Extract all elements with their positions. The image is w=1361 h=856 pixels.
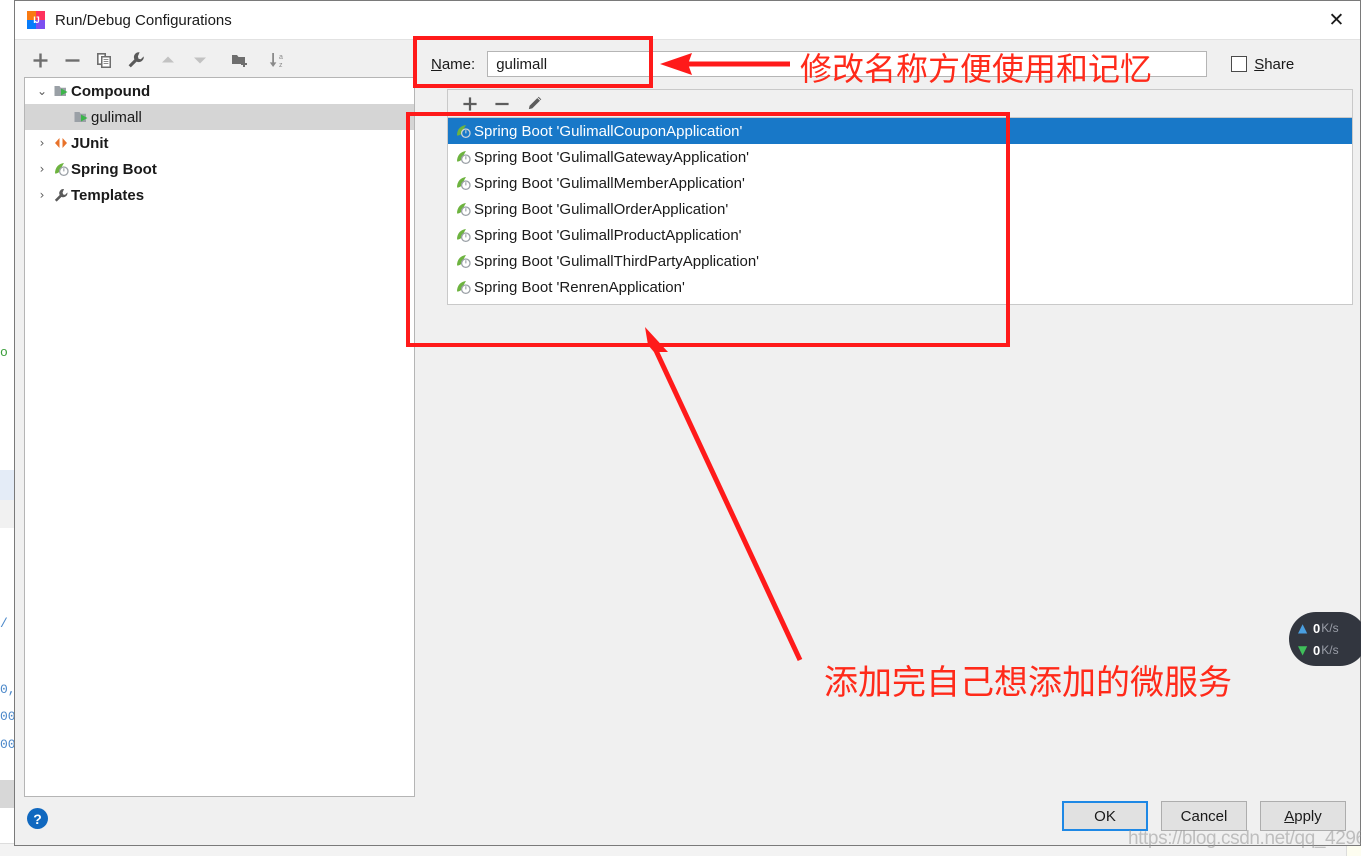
upload-speed-value: 0 xyxy=(1313,620,1321,636)
minus-icon xyxy=(495,102,509,105)
tree-item-label: gulimall xyxy=(91,108,142,126)
edit-item-button[interactable] xyxy=(518,91,550,117)
list-item-label: Spring Boot 'GulimallOrderApplication' xyxy=(474,200,729,218)
share-label: Share xyxy=(1254,55,1295,73)
spring-boot-icon xyxy=(452,254,474,269)
list-item-label: Spring Boot 'GulimallThirdPartyApplicati… xyxy=(474,252,760,270)
chevron-down-icon[interactable]: ⌄ xyxy=(33,84,51,98)
name-annotation-text: 修改名称方便使用和记忆 xyxy=(800,50,1153,88)
wrench-icon xyxy=(51,188,71,203)
name-label: Name: xyxy=(431,55,476,73)
help-button[interactable]: ? xyxy=(27,808,48,829)
tree-item-compound[interactable]: ⌄ Compound xyxy=(25,78,414,104)
junit-icon xyxy=(51,136,71,150)
run-debug-configurations-dialog: IJ Run/Debug Configurations ✕ a z ⌄ Comp… xyxy=(14,0,1361,846)
svg-text:z: z xyxy=(279,62,283,69)
tree-item-gulimall[interactable]: gulimall xyxy=(25,104,414,130)
background-code-fragment: o xyxy=(0,345,8,360)
download-speed-unit: K/s xyxy=(1321,643,1339,657)
sort-az-icon: a z xyxy=(269,53,283,69)
spring-boot-icon xyxy=(51,162,71,177)
tree-item-spring-boot[interactable]: › Spring Boot xyxy=(25,156,414,182)
tree-item-label: Templates xyxy=(71,186,145,204)
network-speed-widget[interactable]: ▲ 0 K/s ▼ 0 K/s xyxy=(1289,612,1361,666)
tree-item-junit[interactable]: › JUnit xyxy=(25,130,414,156)
dialog-button-bar: OK Cancel Apply xyxy=(1049,801,1346,831)
compound-run-icon xyxy=(51,84,71,98)
new-folder-icon xyxy=(231,55,247,67)
configurations-tree[interactable]: ⌄ Compound gulimall › JUnit › Spring Boo… xyxy=(24,77,415,797)
download-speed-value: 0 xyxy=(1313,642,1321,658)
configuration-list[interactable]: Spring Boot 'GulimallCouponApplication' … xyxy=(447,117,1353,305)
chevron-right-icon[interactable]: › xyxy=(33,188,51,202)
list-item-label: Spring Boot 'RenrenApplication' xyxy=(474,278,685,296)
spring-boot-icon xyxy=(452,202,474,217)
spring-boot-icon xyxy=(452,228,474,243)
minus-icon xyxy=(65,58,79,62)
spring-boot-icon xyxy=(452,176,474,191)
list-item-label: Spring Boot 'GulimallGatewayApplication' xyxy=(474,148,750,166)
chevron-right-icon[interactable]: › xyxy=(33,136,51,150)
upload-speed-row: ▲ 0 K/s xyxy=(1298,617,1361,639)
copy-configuration-button[interactable] xyxy=(88,46,120,74)
cancel-button[interactable]: Cancel xyxy=(1161,801,1247,831)
arrow-up-icon: ▲ xyxy=(1298,621,1308,635)
arrow-down-icon xyxy=(194,57,206,64)
watermark-text: https://blog.csdn.net/qq_42969135 xyxy=(1128,828,1361,849)
intellij-idea-icon: IJ xyxy=(27,11,45,29)
add-configuration-button[interactable] xyxy=(24,46,56,74)
plus-icon xyxy=(463,96,477,111)
checkbox-box-icon[interactable] xyxy=(1231,56,1248,72)
background-code-fragment: / xyxy=(0,616,8,631)
tree-item-label: Spring Boot xyxy=(71,160,157,178)
create-folder-button[interactable] xyxy=(224,46,256,74)
list-item[interactable]: Spring Boot 'GulimallOrderApplication' xyxy=(448,196,1352,222)
close-icon[interactable]: ✕ xyxy=(1313,1,1360,38)
sort-button[interactable]: a z xyxy=(262,46,294,74)
pencil-icon xyxy=(528,96,541,110)
plus-icon xyxy=(33,53,47,67)
copy-icon xyxy=(96,52,111,68)
list-annotation-text: 添加完自己想添加的微服务 xyxy=(824,663,1232,703)
list-item[interactable]: Spring Boot 'GulimallThirdPartyApplicati… xyxy=(448,248,1352,274)
arrow-down-icon: ▼ xyxy=(1298,643,1308,657)
list-item[interactable]: Spring Boot 'GulimallCouponApplication' xyxy=(448,118,1352,144)
list-item[interactable]: Spring Boot 'RenrenApplication' xyxy=(448,274,1352,300)
list-item-label: Spring Boot 'GulimallMemberApplication' xyxy=(474,174,745,192)
add-item-button[interactable] xyxy=(454,91,486,117)
dialog-titlebar: IJ Run/Debug Configurations ✕ xyxy=(15,1,1360,40)
upload-speed-unit: K/s xyxy=(1321,621,1339,635)
remove-item-button[interactable] xyxy=(486,91,518,117)
list-item[interactable]: Spring Boot 'GulimallGatewayApplication' xyxy=(448,144,1352,170)
list-item[interactable]: Spring Boot 'GulimallProductApplication' xyxy=(448,222,1352,248)
svg-text:a: a xyxy=(279,54,283,61)
list-item[interactable]: Spring Boot 'GulimallMemberApplication' xyxy=(448,170,1352,196)
list-item-label: Spring Boot 'GulimallProductApplication' xyxy=(474,226,742,244)
apply-button[interactable]: Apply xyxy=(1260,801,1346,831)
spring-boot-icon xyxy=(452,150,474,165)
ok-button[interactable]: OK xyxy=(1062,801,1148,831)
share-checkbox[interactable]: Share xyxy=(1231,56,1294,73)
download-speed-row: ▼ 0 K/s xyxy=(1298,639,1361,661)
remove-configuration-button[interactable] xyxy=(56,46,88,74)
edit-templates-button[interactable] xyxy=(120,46,152,74)
tree-item-templates[interactable]: › Templates xyxy=(25,182,414,208)
tree-item-label: JUnit xyxy=(71,134,109,152)
tree-item-label: Compound xyxy=(71,82,151,100)
configuration-list-toolbar xyxy=(447,89,1353,117)
move-up-button[interactable] xyxy=(152,46,184,74)
move-down-button[interactable] xyxy=(184,46,216,74)
screenshot-root: o / 0, 00 00 IJ Run/Debug Configurations… xyxy=(0,0,1361,856)
list-item-label: Spring Boot 'GulimallCouponApplication' xyxy=(474,122,743,140)
chevron-right-icon[interactable]: › xyxy=(33,162,51,176)
arrow-up-icon xyxy=(162,56,174,63)
dialog-title: Run/Debug Configurations xyxy=(55,11,232,29)
spring-boot-icon xyxy=(452,124,474,139)
wrench-icon xyxy=(128,52,144,68)
spring-boot-icon xyxy=(452,280,474,295)
configurations-toolbar: a z xyxy=(24,45,414,75)
compound-run-icon xyxy=(71,110,91,124)
